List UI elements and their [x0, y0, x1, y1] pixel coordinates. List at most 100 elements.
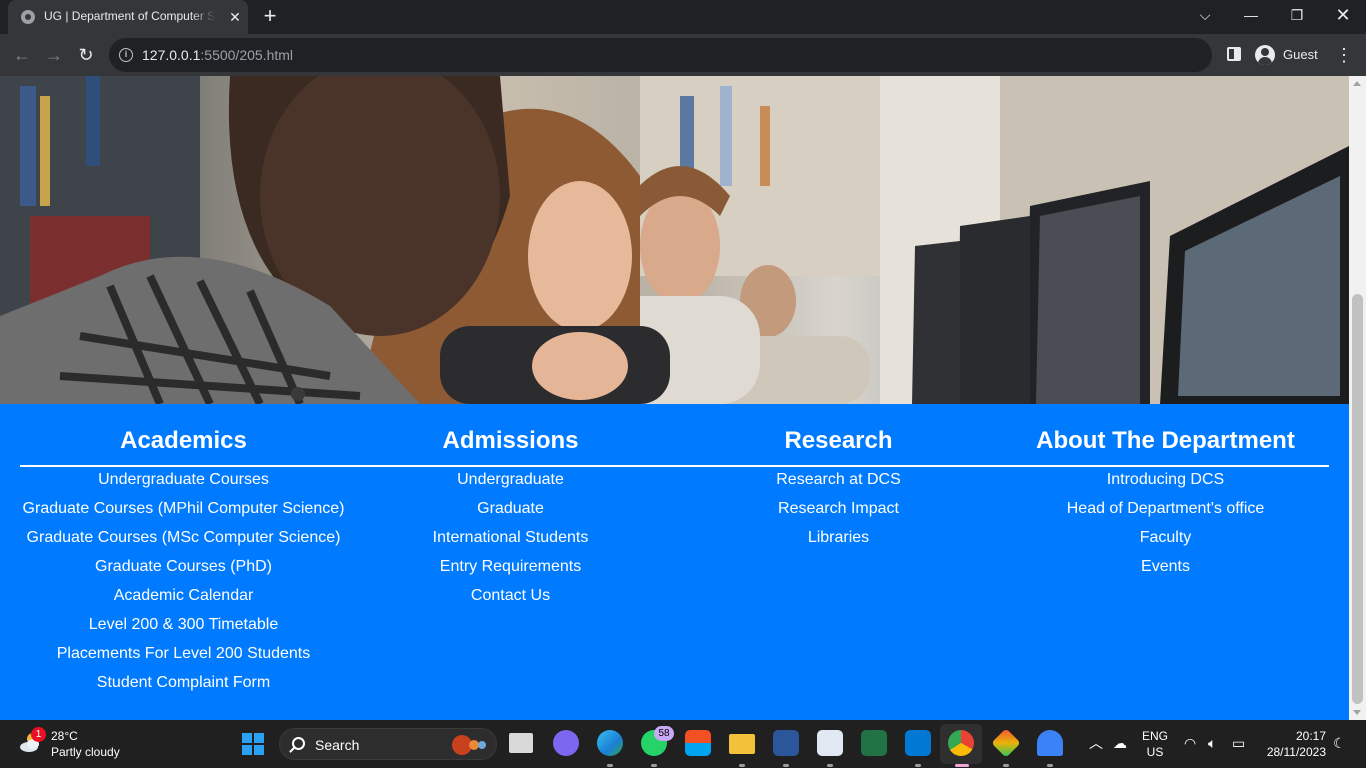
git-icon[interactable]	[991, 728, 1021, 758]
footer-link[interactable]: Events	[1002, 555, 1329, 584]
windows-taskbar: 1 28°C Partly cloudy Search 58 ︿ ☁ ENG U…	[0, 720, 1366, 768]
notepad-icon[interactable]	[817, 730, 843, 756]
running-indicator	[1003, 764, 1009, 767]
search-label: Search	[315, 737, 360, 753]
microsoft-store-icon[interactable]	[685, 730, 711, 756]
back-button[interactable]: ←	[9, 42, 35, 68]
close-window-button[interactable]: ✕	[1320, 0, 1366, 30]
search-highlight-icon	[452, 735, 486, 755]
running-indicator	[1047, 764, 1053, 767]
footer-link[interactable]: Research Impact	[675, 497, 1002, 526]
footer-link[interactable]: Placements For Level 200 Students	[20, 642, 347, 671]
browser-toolbar: ← → ↻ i 127.0.0.1:5500/205.html Guest ⋮	[0, 34, 1366, 76]
footer-links-about: Introducing DCS Head of Department's off…	[1002, 468, 1329, 584]
hero-image	[0, 76, 1349, 404]
side-panel-icon[interactable]	[1227, 47, 1241, 61]
weather-temperature: 28°C	[51, 729, 78, 743]
notification-moon-icon[interactable]: ☾	[1333, 735, 1346, 751]
footer-heading-about: About The Department	[1036, 427, 1295, 454]
running-indicator	[607, 764, 613, 767]
globe-icon	[21, 10, 35, 24]
region-indicator: US	[1146, 745, 1164, 759]
footer-link[interactable]: Undergraduate Courses	[20, 468, 347, 497]
footer-links-academics: Undergraduate Courses Graduate Courses (…	[20, 468, 347, 700]
footer-links-admissions: Undergraduate Graduate International Stu…	[347, 468, 674, 613]
url-host: 127.0.0.1	[142, 47, 201, 63]
clock-date[interactable]: 28/11/2023	[1262, 745, 1326, 759]
footer-link[interactable]: Entry Requirements	[347, 555, 674, 584]
footer-link[interactable]: Level 200 & 300 Timetable	[20, 613, 347, 642]
footer-link[interactable]: International Students	[347, 526, 674, 555]
footer-link[interactable]: Graduate Courses (PhD)	[20, 555, 347, 584]
running-indicator	[651, 764, 657, 767]
footer-link[interactable]: Undergraduate	[347, 468, 674, 497]
language-indicator[interactable]: ENG	[1141, 729, 1169, 743]
minimize-button[interactable]: —	[1228, 0, 1274, 30]
wifi-icon[interactable]: ◠	[1184, 735, 1196, 751]
vscode-icon[interactable]	[905, 730, 931, 756]
chrome-menu-icon[interactable]: ⋮	[1334, 42, 1354, 68]
footer-link[interactable]: Academic Calendar	[20, 584, 347, 613]
page-scrollbar[interactable]	[1349, 76, 1366, 720]
url-path: :5500/205.html	[200, 47, 294, 63]
browser-titlebar: UG | Department of Computer Science ✕ + …	[0, 0, 1366, 34]
edge-icon[interactable]	[597, 730, 623, 756]
new-tab-button[interactable]: +	[258, 5, 282, 29]
clock-time[interactable]: 20:17	[1262, 729, 1326, 743]
url-text[interactable]: 127.0.0.1:5500/205.html	[142, 47, 293, 63]
hero-photo-students-at-computers	[0, 76, 1349, 404]
battery-icon[interactable]: ▭	[1232, 735, 1245, 751]
footer-link[interactable]: Graduate	[347, 497, 674, 526]
profile-button[interactable]: Guest	[1249, 40, 1329, 70]
windows-start-icon[interactable]	[242, 733, 264, 755]
footer-heading-research: Research	[784, 427, 893, 454]
taskbar-search[interactable]: Search	[279, 728, 497, 760]
running-indicator	[915, 764, 921, 767]
footer-link[interactable]: Research at DCS	[675, 468, 1002, 497]
whatsapp-badge: 58	[654, 726, 674, 741]
site-info-icon[interactable]: i	[119, 48, 133, 62]
footer-link[interactable]: Student Complaint Form	[20, 671, 347, 700]
file-explorer-icon[interactable]	[729, 734, 755, 754]
avatar-icon	[1255, 45, 1275, 65]
restore-button[interactable]: ❐	[1274, 0, 1320, 30]
site-footer: Academics Undergraduate Courses Graduate…	[0, 404, 1349, 720]
scroll-thumb[interactable]	[1352, 294, 1363, 704]
footer-link[interactable]: Graduate Courses (MSc Computer Science)	[20, 526, 347, 555]
footer-link[interactable]: Contact Us	[347, 584, 674, 613]
scroll-down-icon[interactable]	[1353, 710, 1361, 715]
chrome-icon[interactable]	[948, 730, 974, 756]
search-icon	[292, 737, 305, 750]
teams-meet-icon[interactable]	[553, 730, 579, 756]
address-bar[interactable]: i 127.0.0.1:5500/205.html	[109, 38, 1212, 72]
running-indicator	[827, 764, 833, 767]
reload-button[interactable]: ↻	[73, 42, 99, 68]
active-indicator	[955, 764, 969, 767]
footer-link[interactable]: Libraries	[675, 526, 1002, 555]
page-viewport: Academics Undergraduate Courses Graduate…	[0, 76, 1366, 720]
word-icon[interactable]	[773, 730, 799, 756]
footer-link[interactable]: Faculty	[1002, 526, 1329, 555]
profile-name: Guest	[1283, 47, 1318, 62]
scroll-up-icon[interactable]	[1353, 81, 1361, 86]
tab-title: UG | Department of Computer Science	[44, 9, 216, 23]
close-tab-icon[interactable]: ✕	[226, 8, 244, 26]
onedrive-icon[interactable]: ☁	[1113, 735, 1127, 751]
footer-heading-admissions: Admissions	[442, 427, 579, 454]
footer-heading-academics: Academics	[120, 427, 247, 454]
footer-link[interactable]: Introducing DCS	[1002, 468, 1329, 497]
footer-links-research: Research at DCS Research Impact Librarie…	[675, 468, 1002, 555]
running-indicator	[783, 764, 789, 767]
forward-button[interactable]: →	[41, 42, 67, 68]
weather-notification-badge: 1	[31, 727, 46, 742]
excel-icon[interactable]	[861, 730, 887, 756]
footer-link[interactable]: Graduate Courses (MPhil Computer Science…	[20, 497, 347, 526]
footer-link[interactable]: Head of Department's office	[1002, 497, 1329, 526]
tab-search-button[interactable]: ⌵	[1182, 0, 1228, 30]
running-indicator	[739, 764, 745, 767]
browser-tab[interactable]: UG | Department of Computer Science ✕	[8, 0, 248, 34]
volume-icon[interactable]: 🔈︎	[1208, 735, 1216, 751]
task-view-icon[interactable]	[509, 733, 533, 753]
chevron-up-icon[interactable]: ︿	[1089, 735, 1103, 751]
app-arch-icon[interactable]	[1037, 730, 1063, 756]
